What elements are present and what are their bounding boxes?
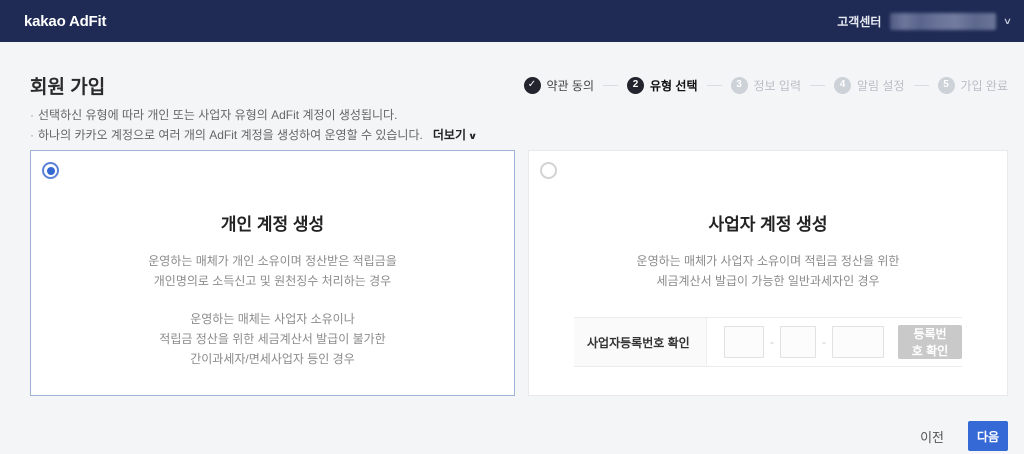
- bullet: ·: [30, 108, 34, 122]
- card-personal-account[interactable]: 개인 계정 생성 운영하는 매체가 개인 소유이며 정산받은 적립금을 개인명의…: [30, 150, 515, 396]
- step-terms: ✓ 약관 동의: [523, 76, 595, 94]
- footer-actions: 이전 다음: [30, 421, 1008, 451]
- account-type-cards: 개인 계정 생성 운영하는 매체가 개인 소유이며 정산받은 적립금을 개인명의…: [30, 150, 1008, 396]
- step-number: 5: [937, 76, 955, 94]
- more-button-label: 더보기: [432, 128, 466, 142]
- desc-line: 운영하는 매체가 사업자 소유이며 적립금 정산을 위한: [636, 254, 900, 268]
- desc-line: 운영하는 매체가 개인 소유이며 정산받은 적립금을: [148, 254, 397, 268]
- step-label: 유형 선택: [650, 78, 698, 93]
- step-number: 4: [834, 76, 851, 94]
- radio-personal-selected[interactable]: [42, 162, 59, 179]
- bullet: ·: [30, 128, 34, 142]
- verify-reg-number-button[interactable]: 등록번호 확인: [898, 325, 962, 359]
- step-label: 약관 동의: [546, 78, 595, 93]
- business-reg-number-fields: - - 등록번호 확인: [707, 318, 962, 366]
- biz-number-input-3[interactable]: [832, 326, 884, 358]
- step-separator: [603, 84, 618, 86]
- more-button[interactable]: 더보기 ∨: [432, 125, 478, 146]
- personal-card-desc-2: 운영하는 매체는 사업자 소유이나 적립금 정산을 위한 세금계산서 발급이 불…: [31, 309, 514, 369]
- header-row: 회원 가입 ✓ 약관 동의 2 유형 선택 3 정보 입력 4 알림 설정 5 …: [30, 72, 1008, 98]
- intro-note-1: · 선택하신 유형에 따라 개인 또는 사업자 유형의 AdFit 계정이 생성됩…: [30, 105, 1008, 125]
- business-card-content: 사업자 계정 생성 운영하는 매체가 사업자 소유이며 적립금 정산을 위한 세…: [529, 151, 1007, 367]
- top-navbar: kakao AdFit 고객센터 ∨: [0, 0, 1024, 42]
- card-business-account[interactable]: 사업자 계정 생성 운영하는 매체가 사업자 소유이며 적립금 정산을 위한 세…: [528, 150, 1008, 396]
- step-alert-settings: 4 알림 설정: [834, 76, 905, 94]
- business-card-desc: 운영하는 매체가 사업자 소유이며 적립금 정산을 위한 세금계산서 발급이 가…: [529, 251, 1007, 291]
- biz-number-input-2[interactable]: [780, 326, 816, 358]
- prev-button[interactable]: 이전: [920, 427, 944, 446]
- step-separator: [706, 84, 722, 86]
- personal-card-content: 개인 계정 생성 운영하는 매체가 개인 소유이며 정산받은 적립금을 개인명의…: [31, 151, 514, 369]
- progress-steps: ✓ 약관 동의 2 유형 선택 3 정보 입력 4 알림 설정 5 가입 완료: [523, 76, 1009, 94]
- step-number: 2: [627, 76, 644, 94]
- intro-note-2-text: 하나의 카카오 계정으로 여러 개의 AdFit 계정을 생성하여 운영할 수 …: [38, 128, 423, 142]
- dash-separator: -: [770, 335, 774, 349]
- desc-line: 적립금 정산을 위한 세금계산서 발급이 불가한: [159, 332, 386, 346]
- desc-line: 간이과세자/면세사업자 등인 경우: [190, 352, 355, 366]
- biz-number-input-1[interactable]: [724, 326, 764, 358]
- intro-notes: · 선택하신 유형에 따라 개인 또는 사업자 유형의 AdFit 계정이 생성됩…: [30, 105, 1008, 146]
- step-info-input: 3 정보 입력: [730, 76, 802, 94]
- dash-separator: -: [822, 335, 826, 349]
- page-title: 회원 가입: [30, 76, 106, 98]
- personal-card-desc-1: 운영하는 매체가 개인 소유이며 정산받은 적립금을 개인명의로 소득신고 및 …: [31, 251, 514, 291]
- desc-line: 운영하는 매체는 사업자 소유이나: [190, 312, 355, 326]
- desc-line: 개인명의로 소득신고 및 원천징수 처리하는 경우: [153, 274, 392, 288]
- step-number: 3: [730, 76, 748, 94]
- radio-dot: [46, 166, 55, 175]
- business-registration-row: 사업자등록번호 확인 - - 등록번호 확인: [574, 317, 962, 367]
- business-reg-number-label: 사업자등록번호 확인: [574, 318, 707, 366]
- chevron-down-icon[interactable]: ∨: [1003, 16, 1018, 27]
- intro-note-1-text: 선택하신 유형에 따라 개인 또는 사업자 유형의 AdFit 계정이 생성됩니…: [38, 108, 398, 122]
- desc-line: 세금계산서 발급이 가능한 일반과세자인 경우: [656, 274, 880, 288]
- step-signup-complete: 5 가입 완료: [937, 76, 1009, 94]
- business-card-title: 사업자 계정 생성: [708, 215, 828, 234]
- step-separator: [810, 84, 825, 86]
- step-label: 알림 설정: [857, 78, 905, 93]
- chevron-down-icon: ∨: [467, 131, 478, 141]
- step-separator: [913, 84, 929, 86]
- check-icon: ✓: [523, 76, 541, 94]
- radio-business-unselected[interactable]: [540, 162, 557, 179]
- main-content: 회원 가입 ✓ 약관 동의 2 유형 선택 3 정보 입력 4 알림 설정 5 …: [0, 72, 1024, 451]
- next-button[interactable]: 다음: [968, 421, 1008, 451]
- step-label: 가입 완료: [960, 78, 1009, 93]
- step-type-select: 2 유형 선택: [627, 76, 698, 94]
- account-name-redacted[interactable]: [890, 12, 997, 30]
- navbar-right: 고객센터 ∨: [837, 12, 1018, 30]
- step-label: 정보 입력: [753, 78, 802, 93]
- intro-note-2: · 하나의 카카오 계정으로 여러 개의 AdFit 계정을 생성하여 운영할 수…: [30, 125, 1008, 146]
- kakao-adfit-logo[interactable]: kakao AdFit: [24, 13, 106, 30]
- personal-card-title: 개인 계정 생성: [220, 215, 325, 234]
- help-center-link[interactable]: 고객센터: [837, 13, 881, 30]
